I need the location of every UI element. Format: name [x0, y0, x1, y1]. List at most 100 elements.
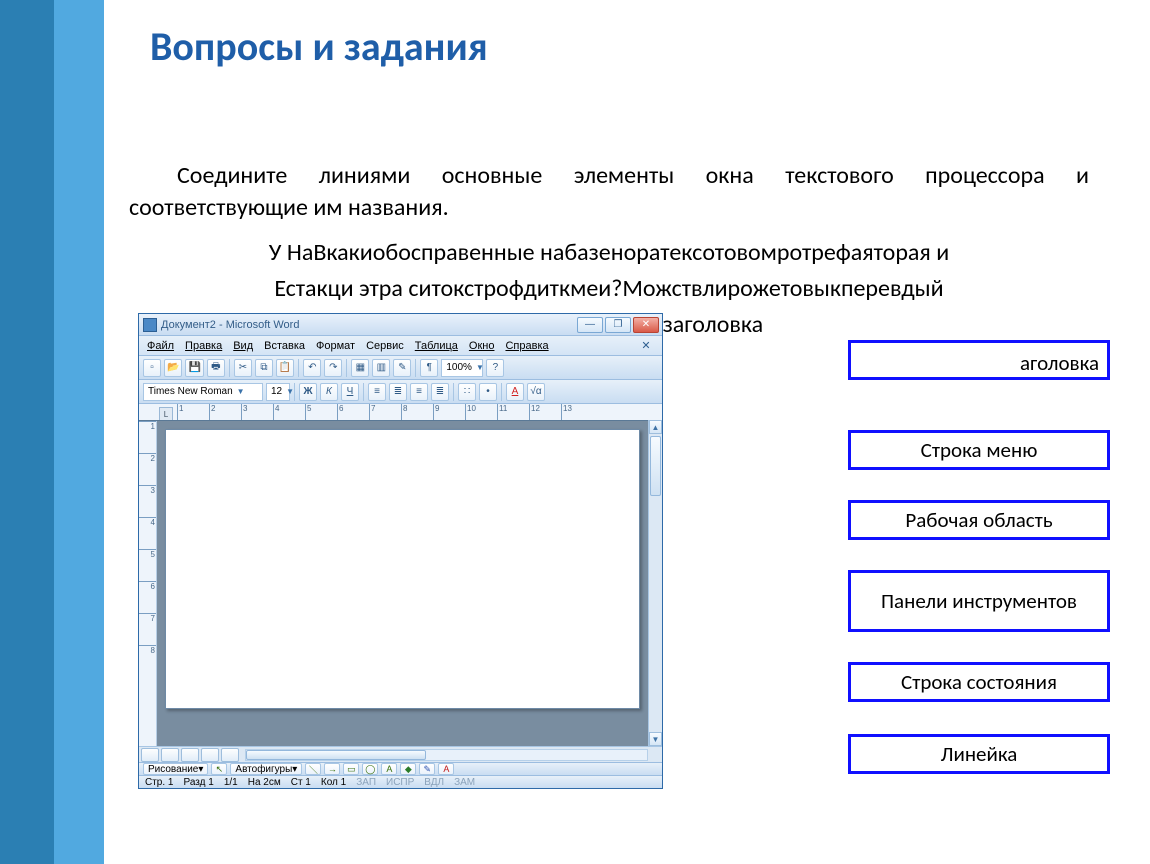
scroll-thumb[interactable]: [650, 436, 661, 496]
status-flag: ВДЛ: [424, 777, 444, 788]
view-reading-icon[interactable]: [221, 748, 239, 762]
view-normal-icon[interactable]: [141, 748, 159, 762]
answer-box-status-bar[interactable]: Строка состояния: [848, 662, 1110, 702]
ruler-tick: 3: [241, 404, 273, 421]
overlap-line-2a: Естакци этра ситокстрофдиткмеи?Можствлир…: [129, 274, 1089, 303]
font-color-icon[interactable]: A: [438, 763, 454, 775]
help-icon[interactable]: ?: [486, 359, 504, 377]
drawing-icon[interactable]: ✎: [393, 359, 411, 377]
page-title: Вопросы и задания: [150, 22, 488, 71]
word-title-bar[interactable]: Документ2 - Microsoft Word — ❐ ✕: [139, 314, 662, 336]
drawing-label[interactable]: Рисование ▾: [143, 763, 208, 775]
document-area[interactable]: 1 2 3 4 5 6 7 8: [139, 420, 648, 746]
status-section: Разд 1: [183, 777, 213, 788]
status-flag: ЗАМ: [454, 777, 475, 788]
formula-icon[interactable]: √α: [527, 383, 545, 401]
menu-tools[interactable]: Сервис: [366, 340, 404, 352]
align-right-icon[interactable]: ≡: [410, 383, 428, 401]
view-outline-icon[interactable]: [201, 748, 219, 762]
ruler-tick: 4: [273, 404, 305, 421]
answer-label: Рабочая область: [905, 508, 1052, 532]
italic-icon[interactable]: К: [320, 383, 338, 401]
ruler-tick: 13: [561, 404, 593, 421]
menu-file[interactable]: Файл: [147, 340, 174, 352]
print-icon[interactable]: 🖶: [207, 359, 225, 377]
fill-color-icon[interactable]: ◆: [400, 763, 416, 775]
answer-box-title-bar-partial-text: аголовка: [1020, 350, 1099, 376]
paste-icon[interactable]: 📋: [276, 359, 294, 377]
formatting-toolbar[interactable]: Times New Roman▼ 12▼ Ж К Ч ≡ ≣ ≡ ≣ ∷ • A…: [139, 380, 662, 404]
table-icon[interactable]: ▦: [351, 359, 369, 377]
autoshapes-label[interactable]: Автофигуры ▾: [230, 763, 302, 775]
menu-table[interactable]: Таблица: [415, 340, 458, 352]
cut-icon[interactable]: ✂: [234, 359, 252, 377]
textbox-icon[interactable]: A: [381, 763, 397, 775]
answer-box-toolbars[interactable]: Панели инструментов: [848, 570, 1110, 632]
align-center-icon[interactable]: ≣: [389, 383, 407, 401]
status-at: На 2см: [248, 777, 281, 788]
line-icon[interactable]: ＼: [305, 763, 321, 775]
columns-icon[interactable]: ▥: [372, 359, 390, 377]
select-arrow-icon[interactable]: ↖: [211, 763, 227, 775]
horizontal-scrollbar[interactable]: [245, 749, 648, 761]
close-button[interactable]: ✕: [633, 317, 659, 333]
answer-box-ruler[interactable]: Линейка: [848, 734, 1110, 774]
line-color-icon[interactable]: ✎: [419, 763, 435, 775]
status-col: Кол 1: [321, 777, 346, 788]
copy-icon[interactable]: ⧉: [255, 359, 273, 377]
underline-icon[interactable]: Ч: [341, 383, 359, 401]
vruler-tick: 6: [139, 581, 156, 613]
document-page[interactable]: [165, 429, 640, 709]
ruler-tick: 7: [369, 404, 401, 421]
ruler-tab-selector[interactable]: L: [159, 407, 173, 421]
scroll-down-icon[interactable]: ▼: [649, 732, 662, 746]
align-justify-icon[interactable]: ≣: [431, 383, 449, 401]
menu-view[interactable]: Вид: [233, 340, 253, 352]
numbered-list-icon[interactable]: ∷: [458, 383, 476, 401]
menu-edit[interactable]: Правка: [185, 340, 222, 352]
ruler-tick: 5: [305, 404, 337, 421]
menu-help[interactable]: Справка: [505, 340, 548, 352]
undo-icon[interactable]: ↶: [303, 359, 321, 377]
standard-toolbar[interactable]: ▫ 📂 💾 🖶 ✂ ⧉ 📋 ↶ ↷ ▦ ▥ ✎ ¶ 100%▼ ?: [139, 356, 662, 380]
open-icon[interactable]: 📂: [164, 359, 182, 377]
redo-icon[interactable]: ↷: [324, 359, 342, 377]
font-size-field[interactable]: 12▼: [266, 383, 290, 401]
vruler-tick: 5: [139, 549, 156, 581]
word-menu-bar[interactable]: Файл Правка Вид Вставка Формат Сервис Та…: [139, 336, 662, 356]
word-window: Документ2 - Microsoft Word — ❐ ✕ Файл Пр…: [138, 313, 663, 789]
arrow-icon[interactable]: →: [324, 763, 340, 775]
oval-icon[interactable]: ◯: [362, 763, 378, 775]
vertical-scrollbar[interactable]: ▲ ▼: [648, 420, 662, 746]
font-name-field[interactable]: Times New Roman▼: [143, 383, 263, 401]
font-color-icon[interactable]: A: [506, 383, 524, 401]
menu-window[interactable]: Окно: [469, 340, 495, 352]
menu-insert[interactable]: Вставка: [264, 340, 305, 352]
status-pages: 1/1: [224, 777, 238, 788]
view-and-hscroll-row: [139, 746, 662, 762]
bold-icon[interactable]: Ж: [299, 383, 317, 401]
new-doc-icon[interactable]: ▫: [143, 359, 161, 377]
minimize-button[interactable]: —: [577, 317, 603, 333]
rect-icon[interactable]: ▭: [343, 763, 359, 775]
overlap-line-1a: У НаВкакиобосправенные набазеноратексото…: [129, 238, 1089, 267]
drawing-toolbar[interactable]: Рисование ▾ ↖ Автофигуры ▾ ＼ → ▭ ◯ A ◆ ✎…: [139, 762, 662, 775]
answer-box-work-area[interactable]: Рабочая область: [848, 500, 1110, 540]
align-left-icon[interactable]: ≡: [368, 383, 386, 401]
scroll-up-icon[interactable]: ▲: [649, 420, 662, 434]
bullet-list-icon[interactable]: •: [479, 383, 497, 401]
vertical-ruler[interactable]: 1 2 3 4 5 6 7 8: [139, 421, 157, 746]
side-stripe-dark: [0, 0, 54, 864]
view-web-icon[interactable]: [161, 748, 179, 762]
task-prompt-text: Соедините линиями основные элементы окна…: [129, 161, 1089, 222]
maximize-button[interactable]: ❐: [605, 317, 631, 333]
doc-close-button[interactable]: ✕: [638, 339, 654, 353]
menu-format[interactable]: Формат: [316, 340, 355, 352]
status-line: Ст 1: [291, 777, 311, 788]
zoom-field[interactable]: 100%▼: [441, 359, 483, 377]
answer-box-menu-bar[interactable]: Строка меню: [848, 430, 1110, 470]
view-print-icon[interactable]: [181, 748, 199, 762]
save-icon[interactable]: 💾: [185, 359, 203, 377]
hscroll-thumb[interactable]: [246, 750, 426, 760]
show-marks-icon[interactable]: ¶: [420, 359, 438, 377]
